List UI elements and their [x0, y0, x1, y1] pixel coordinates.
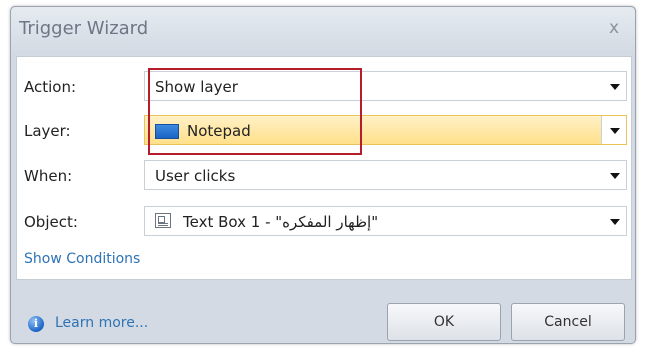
layer-dropdown[interactable]: Notepad	[144, 115, 627, 145]
title-bar: Trigger Wizard x	[11, 7, 635, 51]
ok-button[interactable]: OK	[387, 303, 501, 341]
chevron-down-icon[interactable]	[602, 161, 626, 189]
layer-color-icon	[155, 124, 179, 139]
info-icon: i	[28, 316, 44, 332]
learn-more-link[interactable]: Learn more...	[55, 315, 148, 331]
show-conditions-link[interactable]: Show Conditions	[24, 251, 140, 267]
action-row: Action: Show layer	[17, 71, 631, 103]
action-dropdown[interactable]: Show layer	[144, 71, 627, 101]
object-dropdown[interactable]: Text Box 1 - "إظهار المفكره"	[144, 206, 627, 236]
object-label: Object:	[24, 213, 78, 231]
trigger-wizard-dialog: Trigger Wizard x Action: Show layer Laye…	[10, 6, 636, 344]
chevron-down-icon[interactable]	[602, 207, 626, 235]
when-value: User clicks	[155, 167, 236, 185]
when-dropdown[interactable]: User clicks	[144, 160, 627, 190]
action-value: Show layer	[155, 78, 238, 96]
when-label: When:	[24, 167, 73, 185]
layer-label: Layer:	[24, 122, 71, 140]
dialog-title: Trigger Wizard	[19, 18, 149, 39]
text-box-icon	[155, 213, 171, 228]
object-row: Object: Text Box 1 - "إظهار المفكره"	[17, 206, 631, 238]
close-icon[interactable]: x	[603, 17, 625, 39]
cancel-button[interactable]: Cancel	[511, 303, 625, 341]
layer-value: Notepad	[187, 122, 251, 140]
chevron-down-icon[interactable]	[601, 116, 626, 144]
object-value: Text Box 1 - "إظهار المفكره"	[183, 213, 379, 231]
chevron-down-icon[interactable]	[602, 72, 626, 100]
action-label: Action:	[24, 78, 77, 96]
layer-row: Layer: Notepad	[17, 115, 631, 147]
when-row: When: User clicks	[17, 160, 631, 192]
form-panel: Action: Show layer Layer: Notepad When: …	[16, 56, 632, 280]
